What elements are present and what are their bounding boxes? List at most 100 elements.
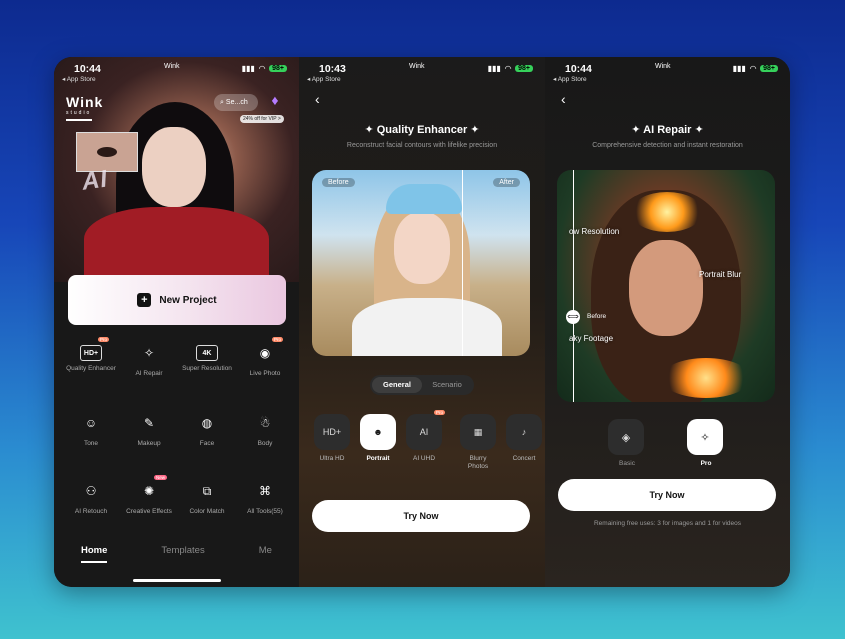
status-bar: 10:43 ◂ App Store Wink ▮▮▮ ◠ 98+ <box>299 61 545 83</box>
preview-cap <box>386 184 462 214</box>
ai-retouch-icon: ⚇ <box>85 484 97 498</box>
tab-scenario[interactable]: Scenario <box>422 377 472 393</box>
back-to-app-store[interactable]: ◂ App Store <box>307 75 341 83</box>
nav-me[interactable]: Me <box>259 545 272 556</box>
wifi-icon: ◠ <box>258 64 266 73</box>
after-label: After <box>493 178 520 187</box>
status-icons: ▮▮▮ ◠ 98+ <box>733 64 778 73</box>
battery-icon: 98+ <box>515 65 533 72</box>
all-tools-icon: ⌘ <box>259 484 271 498</box>
body-icon: ☃ <box>259 416 271 430</box>
tool-ai-retouch[interactable]: ⚇ AI Retouch <box>62 478 120 516</box>
mode-ultra-hd[interactable]: HD+ Ultra HD <box>313 414 351 463</box>
annotation-low-resolution: ow Resolution <box>569 227 620 236</box>
quality-enhancer-screen: 10:43 ◂ App Store Wink ▮▮▮ ◠ 98+ ‹ ✦ Qua… <box>299 57 545 587</box>
tool-live-photo[interactable]: Pro ◉ Live Photo <box>236 337 294 378</box>
remaining-uses-text: Remaining free uses: 3 for images and 1 … <box>593 520 742 527</box>
status-bar: 10:44 ◂ App Store Wink ▮▮▮ ◠ 98+ <box>545 61 790 83</box>
tool-label: Makeup <box>137 440 161 447</box>
search-button[interactable]: ⌕ Se...ch <box>214 94 258 111</box>
tool-creative-effects[interactable]: New ✺ Creative Effects <box>120 475 178 516</box>
status-time: 10:44 <box>74 63 101 75</box>
before-label: Before <box>322 178 355 187</box>
compare-slider[interactable] <box>462 170 463 356</box>
face-icon: ◍ <box>201 416 213 430</box>
try-now-button[interactable]: Try Now <box>312 500 530 532</box>
tool-makeup[interactable]: ✎ Makeup <box>120 410 178 448</box>
signal-icon: ▮▮▮ <box>241 64 255 73</box>
hero-decoration: AI <box>80 165 110 196</box>
mode-label: Ultra HD <box>319 455 345 462</box>
vip-crown-icon[interactable]: ♦ <box>266 92 284 110</box>
option-pro[interactable]: ✧ Pro <box>687 419 725 467</box>
preview-face <box>629 240 703 336</box>
search-placeholder: Se...ch <box>225 99 248 106</box>
nav-templates[interactable]: Templates <box>161 545 204 556</box>
concert-icon: ♪ <box>506 414 542 450</box>
wifi-icon: ◠ <box>504 64 512 73</box>
back-to-app-store[interactable]: ◂ App Store <box>62 75 96 83</box>
mode-label: Blurry Photos <box>467 455 489 470</box>
color-match-icon: ⧉ <box>202 483 212 498</box>
signal-icon: ▮▮▮ <box>732 64 746 73</box>
before-after-preview[interactable]: ⟺ Before ow Resolution Portrait Blur aky… <box>557 170 775 402</box>
tool-label: Super Resolution <box>182 365 232 372</box>
tool-label: Color Match <box>189 508 225 515</box>
try-now-button[interactable]: Try Now <box>558 479 776 511</box>
mode-concert[interactable]: ♪ Concert <box>505 414 543 463</box>
preview-face <box>394 212 450 284</box>
plus-icon: + <box>137 293 152 307</box>
portrait-icon: ☻ <box>360 414 396 450</box>
pro-badge: Pro <box>97 337 109 342</box>
mode-portrait[interactable]: ☻ Portrait <box>359 414 397 463</box>
back-to-app-store[interactable]: ◂ App Store <box>553 75 587 83</box>
tool-quality-enhancer[interactable]: Pro HD+ Quality Enhancer <box>62 337 120 373</box>
hero-banner[interactable]: AI <box>54 57 299 287</box>
before-after-preview[interactable]: Before After <box>312 170 530 356</box>
search-icon: ⌕ <box>220 98 224 106</box>
tool-ai-repair[interactable]: ✧ AI Repair <box>120 340 178 378</box>
annotation-portrait-blur: Portrait Blur <box>699 270 742 279</box>
tool-body[interactable]: ☃ Body <box>236 410 294 448</box>
basic-icon: ◈ <box>608 419 644 455</box>
tool-label: Face <box>199 440 215 447</box>
compare-slider[interactable] <box>573 170 574 402</box>
tool-label: AI Retouch <box>74 508 108 515</box>
banner-indicator <box>66 119 92 121</box>
hero-figure-face <box>142 127 206 207</box>
option-basic[interactable]: ◈ Basic <box>608 419 646 467</box>
mode-label: Concert <box>512 455 536 462</box>
nav-home[interactable]: Home <box>81 545 108 563</box>
ai-repair-screen: 10:44 ◂ App Store Wink ▮▮▮ ◠ 98+ ‹ ✦ AI … <box>545 57 790 587</box>
preview-shirt <box>352 298 502 356</box>
tool-label: Live Photo <box>249 370 281 377</box>
vip-promo-badge[interactable]: 24% off for VIP > <box>240 115 284 123</box>
battery-icon: 98+ <box>760 65 778 72</box>
option-label: Basic <box>619 460 635 467</box>
tool-color-match[interactable]: ⧉ Color Match <box>178 478 236 516</box>
hd-plus-icon: HD+ <box>314 414 350 450</box>
mode-blurry-photos[interactable]: ▦ Blurry Photos <box>459 414 497 471</box>
new-project-button[interactable]: + New Project <box>68 275 286 325</box>
new-badge: New <box>153 475 167 480</box>
tool-tone[interactable]: ☺ Tone <box>62 410 120 448</box>
wink-logo: Wink studio <box>66 94 104 116</box>
status-carrier: Wink <box>409 63 425 70</box>
back-arrow-icon[interactable]: ‹ <box>561 91 566 107</box>
status-icons: ▮▮▮ ◠ 98+ <box>242 64 287 73</box>
slider-handle-icon[interactable]: ⟺ <box>566 310 580 324</box>
signal-icon: ▮▮▮ <box>487 64 501 73</box>
tool-face[interactable]: ◍ Face <box>178 410 236 448</box>
ai-uhd-icon: AI <box>406 414 442 450</box>
tool-super-resolution[interactable]: 4K Super Resolution <box>178 340 236 373</box>
status-carrier: Wink <box>655 63 671 70</box>
page-title: ✦ AI Repair ✦ <box>631 124 704 136</box>
battery-icon: 98+ <box>269 65 287 72</box>
tool-all-tools[interactable]: ⌘ All Tools(55) <box>236 478 294 516</box>
blurry-photos-icon: ▦ <box>460 414 496 450</box>
tool-label: AI Repair <box>135 370 163 377</box>
back-arrow-icon[interactable]: ‹ <box>315 91 320 107</box>
pro-badge: Pro <box>271 337 283 342</box>
tab-general[interactable]: General <box>372 377 422 393</box>
mode-ai-uhd[interactable]: Pro AI AI UHD <box>405 410 445 463</box>
